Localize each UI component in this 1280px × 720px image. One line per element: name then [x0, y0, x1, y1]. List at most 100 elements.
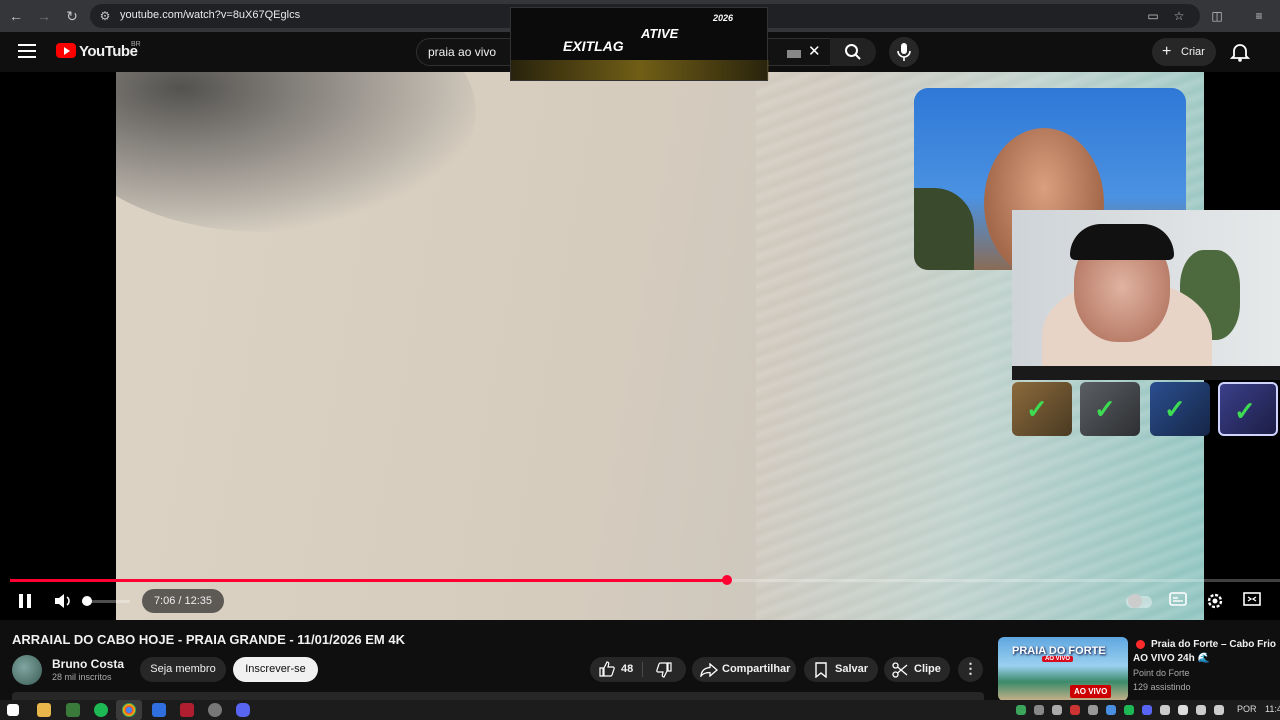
related-video-thumbnail[interactable]: PRAIA DO FORTE AO VIVO AO VIVO [998, 637, 1128, 701]
site-info-icon[interactable]: ⚙ [96, 7, 114, 25]
seek-bar[interactable] [10, 575, 1280, 585]
back-icon[interactable]: ← [6, 6, 26, 26]
youtube-wordmark[interactable]: YouTube [79, 43, 138, 60]
subscriber-count: 28 mil inscritos [52, 672, 112, 682]
check-icon: ✓ [1234, 396, 1256, 426]
volume-handle[interactable] [81, 596, 92, 606]
clip-button[interactable]: Clipe [884, 657, 950, 682]
microphone-icon [897, 43, 911, 61]
microphone-tray-icon[interactable] [1160, 705, 1170, 715]
create-button[interactable]: + Criar [1152, 38, 1216, 66]
seek-handle[interactable] [721, 575, 732, 585]
settings-gear-icon[interactable] [1206, 592, 1226, 610]
video-title: ARRAIAL DO CABO HOJE - PRAIA GRANDE - 11… [12, 632, 405, 647]
bookmark-icon [815, 662, 827, 678]
streamer-webcam [1012, 210, 1280, 366]
subtitles-icon[interactable] [1169, 592, 1189, 610]
windows-start-icon[interactable] [7, 704, 19, 716]
speaker-tray-icon[interactable] [1214, 705, 1224, 715]
search-button[interactable] [830, 38, 876, 66]
like-count[interactable]: 48 [621, 663, 633, 675]
scissors-icon [892, 662, 908, 678]
input-language[interactable]: POR [1237, 704, 1257, 714]
streaming-app-icon[interactable] [152, 703, 166, 717]
achievement-tile-3: ✓ [1150, 382, 1210, 436]
search-icon [845, 44, 861, 60]
thumbnail-subtitle-text: AO VIVO [1042, 656, 1074, 662]
keyboard-icon[interactable] [787, 50, 801, 58]
achievement-tile-1: ✓ [1012, 382, 1072, 436]
theater-mode-icon[interactable] [1243, 592, 1263, 610]
tray-icon[interactable] [1034, 705, 1044, 715]
extensions-icon[interactable]: ◫ [1208, 7, 1226, 25]
related-video-channel[interactable]: Point do Forte [1133, 668, 1190, 678]
search-query[interactable]: praia ao vivo [428, 45, 496, 59]
like-dislike-group: 48 [590, 657, 686, 682]
chrome-icon[interactable] [122, 703, 136, 717]
thumbs-up-icon[interactable] [599, 661, 615, 677]
app-icon[interactable] [66, 703, 80, 717]
like-divider [642, 662, 643, 677]
pause-button[interactable] [18, 594, 32, 608]
webcam-strip [1012, 366, 1280, 380]
create-label: Criar [1181, 46, 1205, 58]
join-button[interactable]: Seja membro [140, 657, 226, 682]
spotify-icon[interactable] [94, 703, 108, 717]
network-tray-icon[interactable] [1196, 705, 1206, 715]
related-video-title[interactable]: Praia do Forte – Cabo Frio AO VIVO 24h 🌊 [1133, 638, 1280, 666]
tray-icon[interactable] [1088, 705, 1098, 715]
live-badge: AO VIVO [1070, 685, 1112, 698]
cast-icon[interactable]: ▭ [1144, 7, 1162, 25]
autoplay-toggle[interactable] [1126, 594, 1152, 608]
seek-bar-played [10, 579, 727, 582]
menu-icon[interactable]: ≡ [1250, 7, 1268, 25]
check-icon: ✓ [1094, 394, 1116, 424]
tray-icon[interactable] [1052, 705, 1062, 715]
url-text[interactable]: youtube.com/watch?v=8uX67QEglcs [120, 9, 300, 21]
thumbs-down-icon[interactable] [656, 662, 672, 678]
exitlag-year: 2026 [713, 13, 734, 23]
subscribe-button[interactable]: Inscrever-se [233, 657, 318, 682]
related-video-viewers: 129 assistindo [1133, 682, 1191, 692]
save-button[interactable]: Salvar [804, 657, 878, 682]
discord-icon[interactable] [236, 703, 250, 717]
tray-icon[interactable] [1016, 705, 1026, 715]
video-shadow [116, 72, 476, 232]
camera-scenery [914, 188, 974, 270]
tray-icon[interactable] [1106, 705, 1116, 715]
description-box[interactable] [12, 692, 984, 700]
share-button[interactable]: Compartilhar [692, 657, 796, 682]
obs-icon[interactable] [208, 703, 222, 717]
notifications-bell-icon[interactable] [1228, 40, 1252, 64]
region-code: BR [131, 41, 141, 48]
youtube-logo-icon[interactable] [56, 43, 76, 58]
volume-icon[interactable] [54, 593, 72, 609]
achievement-tile-4: ✓ [1218, 382, 1278, 436]
tray-icon[interactable] [1124, 705, 1134, 715]
exitlag-slogan: ATIVE [641, 26, 679, 41]
channel-name[interactable]: Bruno Costa [52, 657, 124, 671]
share-icon [700, 663, 718, 677]
tray-icon[interactable] [1142, 705, 1152, 715]
time-display: 7:06 / 12:35 [142, 589, 224, 613]
reload-icon[interactable]: ↻ [62, 6, 82, 26]
news-app-icon[interactable] [180, 703, 194, 717]
exitlag-brand: EXITLAG [563, 38, 624, 54]
voice-search-button[interactable] [889, 37, 919, 67]
battery-tray-icon[interactable] [1178, 705, 1188, 715]
hamburger-menu-icon[interactable] [18, 44, 36, 58]
bookmark-star-icon[interactable]: ☆ [1170, 7, 1188, 25]
channel-avatar[interactable] [12, 655, 42, 685]
tray-icon[interactable] [1070, 705, 1080, 715]
check-icon: ✓ [1026, 394, 1048, 424]
ad-glow [511, 60, 769, 80]
save-label: Salvar [835, 663, 869, 675]
clear-search-icon[interactable]: ✕ [808, 42, 821, 60]
file-explorer-icon[interactable] [37, 703, 51, 717]
forward-icon[interactable]: → [34, 6, 54, 26]
check-icon: ✓ [1164, 394, 1186, 424]
more-actions-button[interactable]: ⋮ [958, 657, 983, 682]
live-dot-icon [1136, 640, 1145, 649]
share-label: Compartilhar [722, 663, 791, 675]
taskbar-clock[interactable]: 11:4 [1265, 704, 1280, 714]
